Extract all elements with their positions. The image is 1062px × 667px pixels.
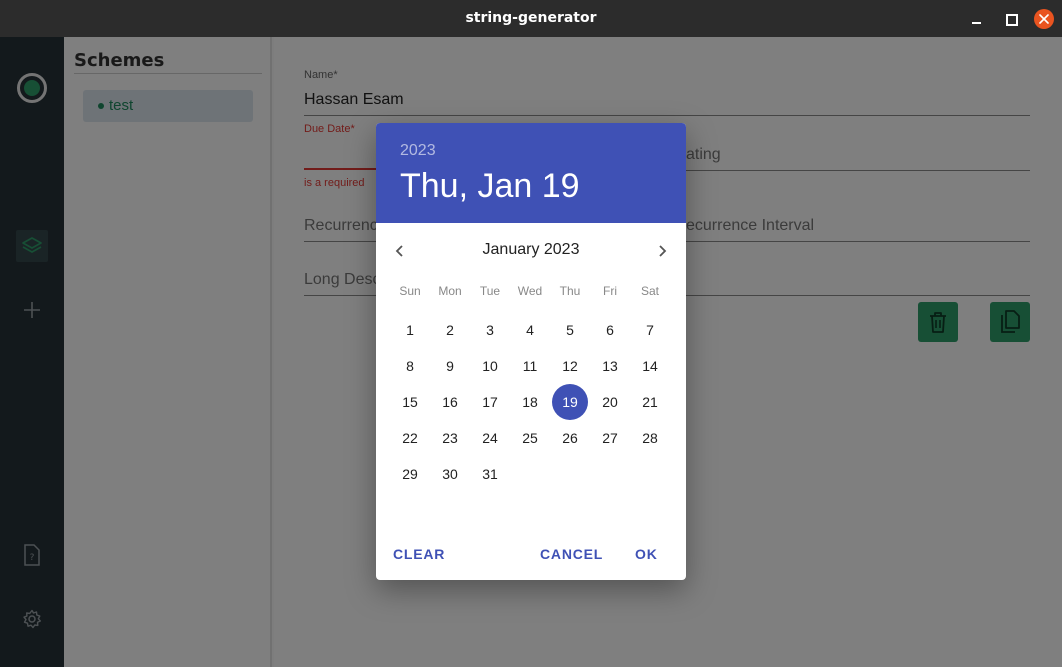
maximize-button[interactable] [1000,9,1020,29]
weekday-header: Thu [559,284,581,298]
calendar-day[interactable]: 17 [472,384,508,420]
calendar-day[interactable]: 31 [472,456,508,492]
calendar-day[interactable]: 18 [512,384,548,420]
calendar-day[interactable]: 29 [392,456,428,492]
weekday-header: Tue [479,284,501,298]
calendar-day[interactable]: 8 [392,348,428,384]
clear-button[interactable]: CLEAR [393,546,445,562]
date-picker-dialog: 2023 Thu, Jan 19 January 2023 Sun Mon Tue W… [376,123,686,580]
calendar-day[interactable]: 6 [592,312,628,348]
calendar-day[interactable]: 2 [432,312,468,348]
calendar-day[interactable]: 1 [392,312,428,348]
close-icon [1039,14,1049,24]
weekday-header: Mon [438,284,462,298]
ok-button[interactable]: OK [635,546,658,562]
minimize-button[interactable] [966,9,986,29]
calendar-day[interactable]: 4 [512,312,548,348]
calendar-day[interactable]: 23 [432,420,468,456]
window-title: string-generator [465,10,597,26]
calendar-day[interactable]: 14 [632,348,668,384]
title-bar: string-generator [0,0,1062,37]
year-selector[interactable]: 2023 [400,142,436,160]
calendar-day-selected[interactable]: 19 [552,384,588,420]
calendar-day[interactable]: 11 [512,348,548,384]
cancel-button[interactable]: CANCEL [540,546,603,562]
calendar-day[interactable]: 20 [592,384,628,420]
chevron-right-icon [659,245,667,257]
calendar-day[interactable]: 21 [632,384,668,420]
calendar-day[interactable]: 26 [552,420,588,456]
month-label: January 2023 [482,241,580,258]
date-picker-header: 2023 Thu, Jan 19 [376,123,686,223]
calendar-day[interactable]: 25 [512,420,548,456]
calendar-day[interactable]: 15 [392,384,428,420]
weekday-header: Sun [399,284,421,298]
calendar-day[interactable]: 22 [392,420,428,456]
calendar-day[interactable]: 27 [592,420,628,456]
next-month-button[interactable] [650,239,674,263]
calendar-day[interactable]: 16 [432,384,468,420]
calendar-day[interactable]: 10 [472,348,508,384]
calendar-day[interactable]: 28 [632,420,668,456]
weekday-header: Wed [517,284,543,298]
calendar-day[interactable]: 5 [552,312,588,348]
calendar-day[interactable]: 13 [592,348,628,384]
weekday-header: Fri [603,284,617,298]
calendar-day[interactable]: 24 [472,420,508,456]
selected-date-label[interactable]: Thu, Jan 19 [400,167,580,206]
calendar-day[interactable]: 3 [472,312,508,348]
calendar-day[interactable]: 30 [432,456,468,492]
weekday-header: Sat [640,284,659,298]
calendar-day[interactable]: 7 [632,312,668,348]
calendar-day[interactable]: 9 [432,348,468,384]
close-button[interactable] [1034,9,1054,29]
calendar-day[interactable]: 12 [552,348,588,384]
